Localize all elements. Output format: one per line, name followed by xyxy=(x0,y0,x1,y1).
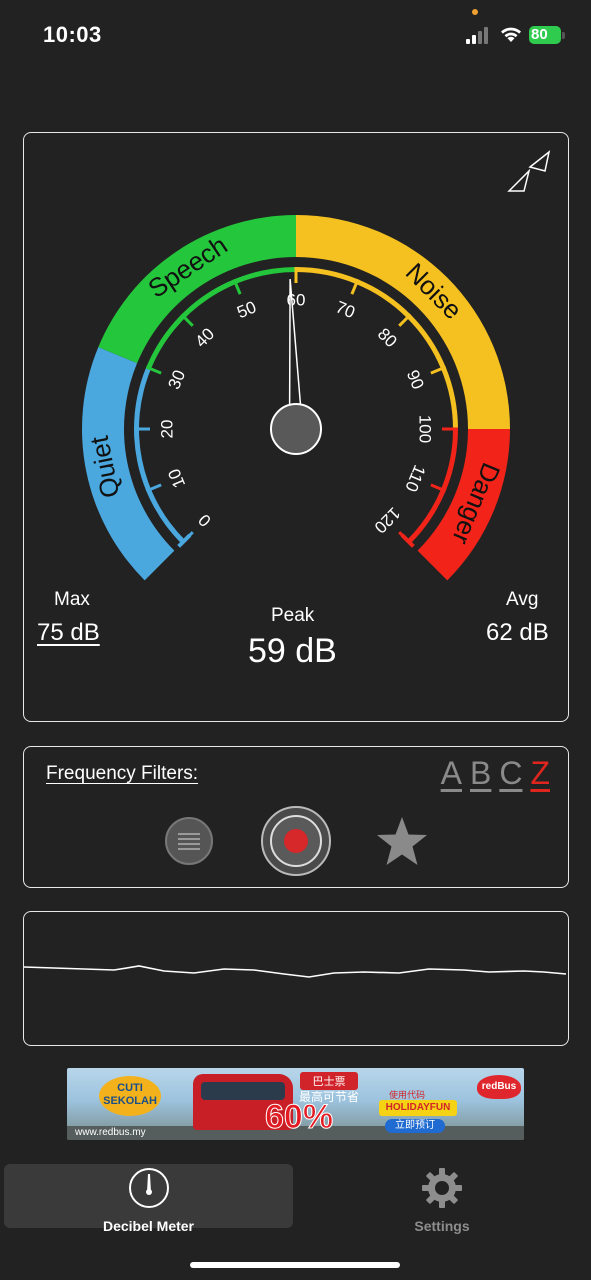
gauge-tick-80 xyxy=(398,313,412,327)
filter-options: ABCZ xyxy=(433,755,550,792)
favorite-star-icon[interactable] xyxy=(374,815,430,869)
gauge-tick-40 xyxy=(180,313,194,327)
tab-decibel-meter-label: Decibel Meter xyxy=(102,1218,195,1234)
gauge-scale-label-20: 20 xyxy=(157,420,176,439)
gauge-scale-label-40: 40 xyxy=(191,324,218,351)
gauge-scale-label-90: 90 xyxy=(403,367,428,392)
record-icon xyxy=(284,829,308,853)
max-label: Max xyxy=(54,589,90,610)
sound-level-trace xyxy=(23,965,567,978)
gauge-scale-label-80: 80 xyxy=(374,324,401,351)
gauge-scale-label-100: 100 xyxy=(416,415,435,443)
ad-cta: 立即预订 xyxy=(385,1119,445,1133)
ad-percent: 60% xyxy=(264,1098,334,1137)
ad-badge: CUTI SEKOLAH xyxy=(99,1076,161,1116)
gauge-scale-label-30: 30 xyxy=(164,367,189,392)
gauge-panel: 0 10 20 30 40 50 60 70 80 90 100 110 120 Quiet Speech… xyxy=(23,132,569,722)
frequency-filters-title: Frequency Filters: xyxy=(46,763,199,784)
redbus-logo: redBus xyxy=(477,1075,521,1099)
sound-level-graph xyxy=(23,911,569,1046)
filter-b[interactable]: B xyxy=(470,755,491,792)
avg-label: Avg xyxy=(506,589,539,610)
expand-icon[interactable] xyxy=(507,150,551,192)
battery-tip xyxy=(562,32,565,39)
status-bar: 10:03 80 xyxy=(0,0,591,72)
status-time: 10:03 xyxy=(43,22,102,47)
tab-bar: Decibel Meter Settings xyxy=(0,1160,591,1280)
gauge-scale-label-0: 0 xyxy=(195,510,215,530)
gauge-scale-label-120: 120 xyxy=(370,503,403,536)
gauge-scale-label-70: 70 xyxy=(333,297,358,322)
gear-icon xyxy=(422,1168,462,1208)
peak-label: Peak xyxy=(271,605,315,626)
ad-code: HOLIDAYFUN xyxy=(379,1100,457,1116)
peak-value: 59 dB xyxy=(248,632,337,670)
gauge-icon xyxy=(128,1168,169,1208)
tab-settings-label: Settings xyxy=(414,1218,470,1234)
gauge-scale-label-50: 50 xyxy=(234,297,259,322)
needle-hub xyxy=(270,403,322,455)
ad-banner[interactable]: CUTI SEKOLAH www.redbus.my 巴士票 最高可节省 60%… xyxy=(67,1068,524,1140)
signal-icon xyxy=(466,27,488,44)
home-indicator xyxy=(190,1262,400,1268)
privacy-indicator-dot xyxy=(472,9,478,15)
filter-z[interactable]: Z xyxy=(530,755,550,792)
history-list-button[interactable] xyxy=(165,817,213,865)
avg-value: 62 dB xyxy=(486,619,549,646)
gauge-scale-label-10: 10 xyxy=(164,466,189,491)
ad-url: www.redbus.my xyxy=(75,1127,146,1138)
record-button[interactable] xyxy=(261,806,331,876)
tab-decibel-meter-content[interactable]: Decibel Meter xyxy=(4,1166,293,1234)
gauge-scale-label-110: 110 xyxy=(401,462,429,494)
filter-a[interactable]: A xyxy=(441,755,462,792)
frequency-filter-panel: Frequency Filters: ABCZ xyxy=(23,746,569,888)
wifi-icon xyxy=(501,27,521,42)
max-value[interactable]: 75 dB xyxy=(37,619,100,647)
filter-c[interactable]: C xyxy=(499,755,522,792)
tab-settings[interactable]: Settings xyxy=(297,1166,587,1234)
battery-indicator: 80 xyxy=(529,26,561,44)
